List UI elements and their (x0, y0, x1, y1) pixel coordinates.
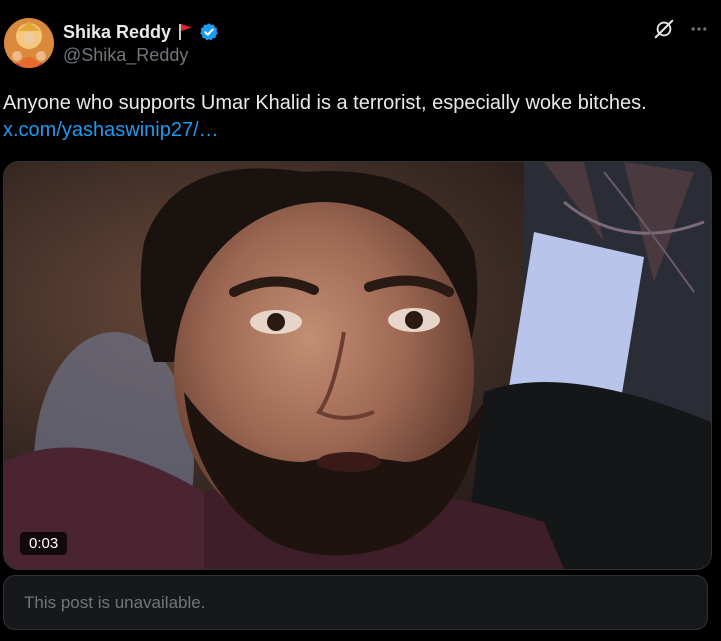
post-link[interactable]: x.com/yashaswinip27/… (3, 119, 219, 141)
post-text: Anyone who supports Umar Khalid is a ter… (3, 90, 715, 144)
video-player[interactable]: 0:03 (3, 161, 712, 570)
more-dots-icon[interactable] (689, 19, 709, 39)
post: Shika Reddy @Shika_Reddy Anyone who supp… (0, 0, 721, 641)
red-flag-icon (177, 23, 193, 41)
grok-icon[interactable] (653, 18, 675, 40)
video-duration: 0:03 (20, 532, 68, 555)
post-actions (653, 18, 709, 40)
post-body: Anyone who supports Umar Khalid is a ter… (3, 92, 647, 114)
video-frame (4, 162, 711, 569)
unavailable-text: This post is unavailable. (24, 592, 206, 612)
quoted-post-unavailable: This post is unavailable. (3, 575, 708, 630)
author-name-row: Shika Reddy (63, 20, 219, 44)
verified-badge-icon (199, 22, 219, 42)
author-handle[interactable]: @Shika_Reddy (63, 45, 188, 66)
author-display-name[interactable]: Shika Reddy (63, 22, 171, 43)
avatar[interactable] (4, 18, 54, 68)
avatar-image (4, 18, 54, 68)
